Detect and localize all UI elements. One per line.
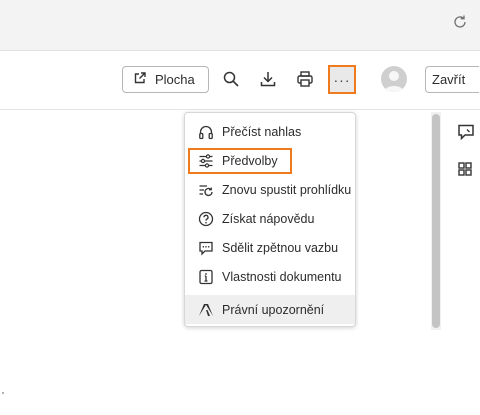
- menu-item-label: Vlastnosti dokumentu: [222, 269, 342, 284]
- open-desktop-label: Plocha: [155, 72, 195, 87]
- more-options-menu: Přečíst nahlas Předvolby Znovu spustit p…: [184, 112, 356, 327]
- close-button[interactable]: Zavřít: [425, 66, 479, 93]
- menu-item-label: Právní upozornění: [222, 302, 325, 317]
- headphones-icon: [197, 123, 215, 141]
- comment-icon[interactable]: [457, 123, 477, 143]
- grid-view-icon[interactable]: [457, 161, 477, 181]
- menu-item-read-aloud[interactable]: Přečíst nahlas: [185, 117, 355, 146]
- reload-icon[interactable]: [450, 14, 470, 34]
- menu-item-feedback[interactable]: Sdělit zpětnou vazbu: [185, 233, 355, 262]
- menu-item-preferences[interactable]: Předvolby: [185, 146, 355, 175]
- menu-item-document-properties[interactable]: Vlastnosti dokumentu: [185, 262, 355, 291]
- search-icon[interactable]: [219, 67, 243, 91]
- info-icon: [197, 268, 215, 286]
- menu-item-get-help[interactable]: Získat nápovědu: [185, 204, 355, 233]
- more-options-label: ···: [333, 71, 351, 88]
- print-icon[interactable]: [293, 67, 317, 91]
- open-external-icon: [133, 71, 147, 88]
- adobe-icon: [197, 301, 215, 319]
- vertical-scrollbar[interactable]: [431, 112, 441, 330]
- menu-item-legal-notices[interactable]: Právní upozornění: [185, 295, 355, 324]
- menu-item-label: Přečíst nahlas: [222, 124, 302, 139]
- right-rail: [448, 110, 480, 415]
- menu-item-restart-tour[interactable]: Znovu spustit prohlídku: [185, 175, 355, 204]
- sliders-icon: [197, 152, 215, 170]
- page-marker-dot: [2, 392, 4, 394]
- menu-item-label: Získat nápovědu: [222, 211, 315, 226]
- help-icon: [197, 210, 215, 228]
- browser-top-bar: [0, 0, 480, 51]
- open-desktop-button[interactable]: Plocha: [122, 66, 209, 93]
- menu-item-label: Předvolby: [222, 153, 278, 168]
- download-icon[interactable]: [256, 67, 280, 91]
- scrollbar-thumb[interactable]: [432, 114, 440, 328]
- close-label: Zavřít: [432, 72, 466, 87]
- avatar[interactable]: [381, 66, 407, 92]
- menu-item-label: Sdělit zpětnou vazbu: [222, 240, 339, 255]
- menu-item-label: Znovu spustit prohlídku: [222, 182, 352, 197]
- restart-tour-icon: [197, 181, 215, 199]
- more-options-button[interactable]: ···: [328, 65, 356, 94]
- feedback-icon: [197, 239, 215, 257]
